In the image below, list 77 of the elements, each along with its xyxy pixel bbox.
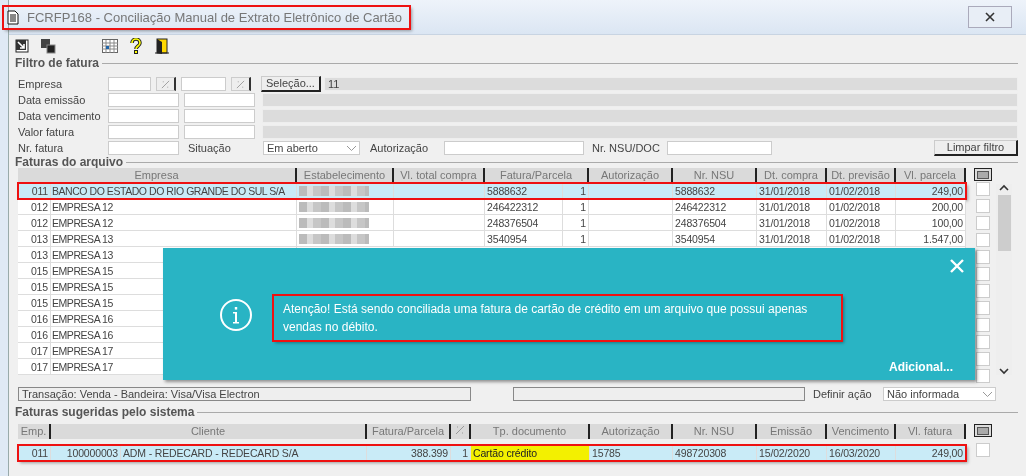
table-cell: 016	[18, 311, 51, 327]
table-cell: EMPRESA 12	[51, 215, 297, 231]
table-cell: 015	[18, 295, 51, 311]
selection-button[interactable]: Seleção...	[261, 76, 321, 92]
table-row[interactable]: 011 100000003 ADM - REDECARD - REDECARD S/A 388.399 1 Cartão crédito 15785 498720308 15/02/2020 16/03/2020 249,00	[18, 445, 966, 461]
clear-filter-button[interactable]: Limpar filtro	[934, 140, 1018, 156]
table-cell: 16/03/2020	[827, 445, 896, 461]
table-cell: ADM - REDECARD - REDECARD S/A	[121, 445, 367, 461]
table-row[interactable]: 012 EMPRESA 12 246422312 1 246422312 31/01/2018 01/02/2018 200,00	[18, 199, 966, 215]
table-cell: BANCO DO ESTADO DO RIO GRANDE DO SUL S/A	[51, 183, 297, 199]
action-dropdown[interactable]: Não informada	[883, 387, 996, 401]
table-cell: 248376504	[485, 215, 563, 231]
table-cell: 388.399	[367, 445, 451, 461]
column-header[interactable]: Nr. NSU	[673, 424, 757, 439]
table-cell: 249,00	[896, 183, 966, 199]
table-cell: 1	[563, 231, 589, 247]
transaction-field: Transação: Venda - Bandeira: Visa/Visa Electron	[18, 387, 471, 401]
group-title: Faturas do arquivo	[13, 155, 127, 169]
table-cell: 017	[18, 359, 51, 375]
table-row[interactable]: 013 EMPRESA 13 3540954 1 3540954 31/01/2018 01/02/2018 1.547,00	[18, 231, 966, 247]
table-cell: 15785	[590, 445, 673, 461]
table-cell: 012	[18, 215, 51, 231]
table-cell: 5888632	[673, 183, 757, 199]
table-cell: 1	[451, 445, 471, 461]
table-cell: 01/02/2018	[827, 183, 896, 199]
table-cell: 1	[563, 215, 589, 231]
column-header[interactable]: Vl. fatura	[896, 424, 966, 439]
table-cell: 100000003	[51, 445, 121, 461]
table-cell: 1.547,00	[896, 231, 966, 247]
table-row[interactable]: 012 EMPRESA 12 248376504 1 248376504 31/01/2018 01/02/2018 100,00	[18, 215, 966, 231]
window-title: FCRFP168 - Conciliação Manual de Extrato Eletrônico de Cartão	[27, 9, 402, 25]
column-header[interactable]: Tp. documento	[471, 424, 590, 439]
field-label: Nr. NSU/DOC	[591, 142, 661, 154]
field-label: Valor fatura	[17, 126, 76, 138]
table-cell: 248376504	[673, 215, 757, 231]
column-header[interactable]: Emissão	[757, 424, 827, 439]
table-cell: 3540954	[485, 231, 563, 247]
table-cell: 31/01/2018	[757, 183, 827, 199]
table-cell: 15/02/2020	[757, 445, 827, 461]
table-cell: 015	[18, 263, 51, 279]
table-cell: 017	[18, 343, 51, 359]
field-label: Definir ação	[813, 388, 873, 400]
column-header[interactable]: Emp.	[18, 424, 51, 439]
table-cell: 1	[563, 183, 589, 199]
table-cell: 013	[18, 247, 51, 263]
status-dropdown[interactable]: Em aberto	[263, 141, 360, 155]
field-label: Empresa	[17, 78, 64, 90]
table-row[interactable]: 011 BANCO DO ESTADO DO RIO GRANDE DO SUL S/A 5888632 1 5888632 31/01/2018 01/02/2018 249,00	[18, 183, 966, 199]
table-cell: 015	[18, 279, 51, 295]
summary-field: 11	[323, 77, 1018, 91]
column-header[interactable]: Fatura/Parcela	[367, 424, 451, 439]
table-cell: 249,00	[896, 445, 966, 461]
field-label: Nr. fatura	[17, 142, 65, 154]
field-label: Data vencimento	[17, 110, 102, 122]
table-cell: 011	[18, 445, 51, 461]
field-label: Data emissão	[17, 94, 87, 106]
group-title: Faturas sugeridas pelo sistema	[13, 405, 198, 419]
column-header[interactable]: Cliente	[51, 424, 367, 439]
table-cell: 01/02/2018	[827, 215, 896, 231]
table-cell: Cartão crédito	[471, 445, 590, 461]
field-label: Situação	[187, 142, 232, 154]
table-cell: 31/01/2018	[757, 215, 827, 231]
table-cell: 013	[18, 231, 51, 247]
field-label: Autorização	[369, 142, 430, 154]
more-info-link[interactable]: Adicional...	[889, 360, 953, 374]
table-cell: 01/02/2018	[827, 231, 896, 247]
table-cell: 016	[18, 327, 51, 343]
group-title: Filtro de fatura	[13, 56, 102, 70]
table-cell: 31/01/2018	[757, 231, 827, 247]
table-cell: 498720308	[673, 445, 757, 461]
table-cell: EMPRESA 13	[51, 231, 297, 247]
table-cell: 011	[18, 183, 51, 199]
table-cell: 5888632	[485, 183, 563, 199]
column-header[interactable]: Autorização	[590, 424, 673, 439]
table-cell: 3540954	[673, 231, 757, 247]
column-header[interactable]: Vencimento	[827, 424, 896, 439]
table-cell: 100,00	[896, 215, 966, 231]
